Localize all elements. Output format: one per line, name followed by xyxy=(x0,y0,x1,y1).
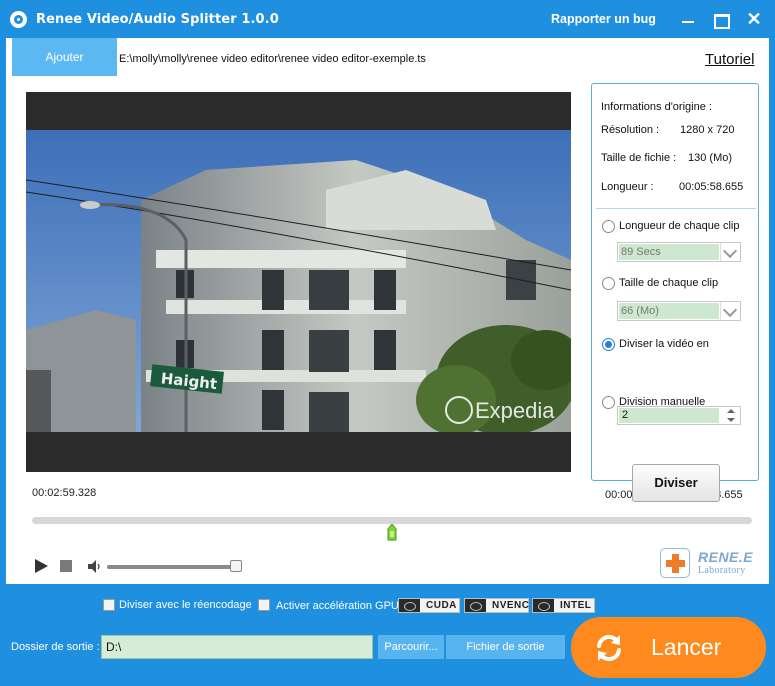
brand-name: RENE.E xyxy=(698,549,754,565)
reencode-label: Diviser avec le réencodage xyxy=(119,599,252,611)
app-logo-icon xyxy=(10,11,27,28)
info-panel: Informations d'origine : Résolution : 12… xyxy=(591,83,759,502)
brand-logo: RENE.E Laboratory xyxy=(660,548,756,580)
radio-divide[interactable] xyxy=(602,338,615,351)
video-frame-image: Haight Expedia xyxy=(26,130,571,432)
file-size-label: Taille de fichie : xyxy=(601,152,677,164)
length-label: Longueur : xyxy=(601,181,654,193)
volume-slider[interactable] xyxy=(107,565,237,569)
radio-clip-size[interactable] xyxy=(602,277,615,290)
report-bug-link[interactable]: Rapporter un bug xyxy=(551,12,656,26)
output-folder-input[interactable]: D:\ xyxy=(101,635,373,659)
launch-label: Lancer xyxy=(651,634,722,660)
video-preview[interactable]: Haight Expedia xyxy=(26,92,571,472)
reencode-checkbox[interactable] xyxy=(103,599,115,611)
volume-fill xyxy=(107,565,235,569)
divide-count-value: 2 xyxy=(619,408,719,423)
spin-up-icon[interactable] xyxy=(723,407,739,415)
title-bar: Renee Video/Audio Splitter 1.0.0 Rapport… xyxy=(0,0,775,38)
radio-clip-length[interactable] xyxy=(602,220,615,233)
split-button[interactable]: Diviser xyxy=(632,464,720,502)
launch-button[interactable]: Lancer xyxy=(571,617,766,678)
chevron-down-icon[interactable] xyxy=(720,243,740,261)
clip-length-label: Longueur de chaque clip xyxy=(619,220,740,232)
close-icon[interactable]: ✕ xyxy=(743,9,765,29)
intel-icon xyxy=(533,599,554,612)
brand-subtitle: Laboratory xyxy=(698,565,746,576)
speaker-icon[interactable] xyxy=(88,560,102,573)
file-size-value: 130 (Mo) xyxy=(688,152,733,164)
volume-handle[interactable] xyxy=(230,560,242,572)
gpu-badge-nvenc: NVENC xyxy=(464,598,529,613)
output-file-button[interactable]: Fichier de sortie xyxy=(446,635,565,659)
stop-button[interactable] xyxy=(60,560,72,572)
nvidia-icon xyxy=(399,599,420,612)
file-path: E:\molly\molly\renee video editor\renee … xyxy=(119,53,426,65)
spin-down-icon[interactable] xyxy=(723,416,739,424)
gpu-badge-label: NVENC xyxy=(492,600,530,611)
clip-length-select[interactable]: 89 Secs xyxy=(617,242,741,262)
minimize-icon[interactable] xyxy=(677,9,699,29)
nvidia-icon xyxy=(465,599,486,612)
gpu-badge-cuda: CUDA xyxy=(398,598,460,613)
browse-button[interactable]: Parcourir... xyxy=(378,635,444,659)
video-watermark: Expedia xyxy=(475,398,555,423)
length-value: 00:05:58.655 xyxy=(679,181,744,193)
main-panel: Ajouter E:\molly\molly\renee video edito… xyxy=(6,38,769,584)
current-time: 00:02:59.328 xyxy=(32,487,97,499)
maximize-icon[interactable] xyxy=(709,9,731,29)
output-folder-label: Dossier de sortie : xyxy=(11,641,100,653)
tutorial-link[interactable]: Tutoriel xyxy=(705,51,754,68)
info-header: Informations d'origine : xyxy=(601,101,712,113)
gpu-badge-intel: INTEL xyxy=(532,598,595,613)
radio-manual[interactable] xyxy=(602,396,615,409)
clip-size-select[interactable]: 66 (Mo) xyxy=(617,301,741,321)
gpu-label: Activer accélération GPU xyxy=(276,600,399,612)
clip-size-value: 66 (Mo) xyxy=(619,303,719,319)
manual-label: Division manuelle xyxy=(619,396,706,408)
add-button[interactable]: Ajouter xyxy=(12,38,117,76)
medical-cross-icon xyxy=(660,548,690,578)
window-title: Renee Video/Audio Splitter 1.0.0 xyxy=(36,12,279,27)
resolution-label: Résolution : xyxy=(601,124,660,136)
timeline-handle[interactable] xyxy=(387,524,397,541)
refresh-icon xyxy=(597,634,621,662)
gpu-badge-label: INTEL xyxy=(560,600,592,611)
gpu-badge-label: CUDA xyxy=(426,600,457,611)
divide-label: Diviser la vidéo en xyxy=(619,338,709,350)
clip-length-value: 89 Secs xyxy=(619,244,719,260)
divide-count-stepper[interactable]: 2 xyxy=(617,406,741,425)
gpu-checkbox[interactable] xyxy=(258,599,270,611)
divider xyxy=(596,208,756,209)
resolution-value: 1280 x 720 xyxy=(680,124,735,136)
play-button[interactable] xyxy=(34,559,48,573)
chevron-down-icon[interactable] xyxy=(720,302,740,320)
clip-size-label: Taille de chaque clip xyxy=(619,277,719,289)
timeline-bar[interactable] xyxy=(32,517,752,524)
